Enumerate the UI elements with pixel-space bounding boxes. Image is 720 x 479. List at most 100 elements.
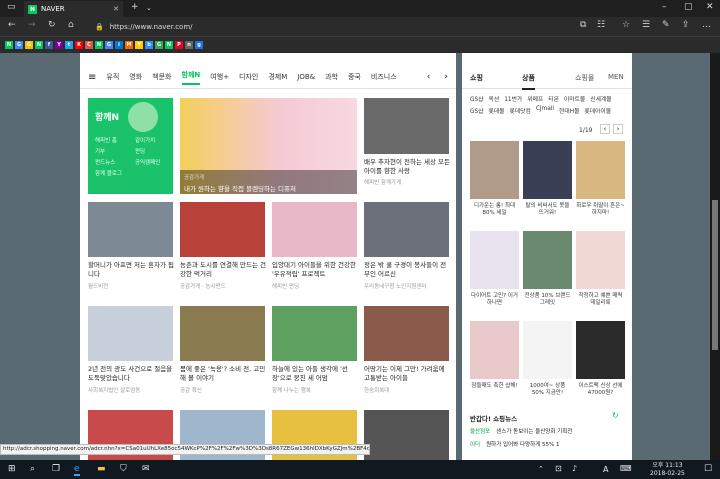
product-caption: 이스트팩 신상 선에 47000원? [578,383,623,396]
clock-time: 오후 11:13 [652,462,683,469]
window-close-icon[interactable]: ✕ [706,2,714,12]
favorite-site-icon[interactable]: Y [135,41,143,49]
story-card[interactable]: 몸에 좋은 '녹용'? 소비 전, 고민해 볼 이야기 공감 확신 [180,306,268,406]
story-caption: 어땅기는 이제 그만! 가려움에 고통받는 아이들 [364,365,445,382]
scrollbar-thumb[interactable] [712,200,718,350]
product-card[interactable]: 디가운는 롱! 최대 80% 세일 [470,141,519,227]
tab-title: NAVER [41,5,65,13]
news-item[interactable]: 이더 원하가 입어봐 다양하게 55% 1 [470,440,628,448]
new-tab-icon[interactable]: + [131,2,139,12]
product-card[interactable]: 작정하고 예쁜 매력 데일리룩 [576,231,625,317]
favorite-site-icon[interactable]: Y [55,41,63,49]
volume-icon[interactable]: ♪ [572,464,577,473]
back-icon[interactable]: ← [8,20,16,30]
story-image [88,306,173,361]
story-card[interactable]: 정은 밖 쿨 구경이 봉사들이 전부인 어르신 우리동네구청 노인지원센터 [364,202,452,302]
story-caption: 2년 전의 광도 사건으로 절음을 도둑맞았습니다 [88,365,173,382]
story-card[interactable]: 입양대기 아이들을 위한 건강한 '우유적립' 프로젝트 해피빈 펀딩 [272,202,360,302]
favorite-site-icon[interactable]: M [125,41,133,49]
favorite-site-icon[interactable]: G [15,41,23,49]
windows-start-icon[interactable]: ⊞ [8,464,16,474]
product-image [523,231,572,289]
web-page: ≡ 유직 영화 책문화 함께N 여행+ 디자인 경제M JOB& 과학 중국 비즈니스 ‹ › 함께N … [0,53,710,460]
product-card[interactable]: 탈의 비싸서도 못을 뜨거워! [523,141,572,227]
favorite-site-icon[interactable]: g [195,41,203,49]
story-card[interactable]: 하늘에 있는 아들 생각에 '선장'으로 뭉친 세 어멈 함께 나누는 행복 [272,306,360,406]
product-caption: 잠들때도 촉한 샵해! [471,383,518,389]
product-caption: 다이어트 고민? 이거 하나면 [471,293,518,306]
file-explorer-icon[interactable]: ▬ [97,464,106,474]
input-language[interactable]: A [603,465,608,474]
story-card[interactable]: 어땅기는 이제 그만! 가려움에 고통받는 아이들한숨회복대 [364,306,452,406]
product-card[interactable]: 화로우 쥐딸이 흔은~하지마! [576,141,625,227]
url-field[interactable]: 🔒 https://www.naver.com/ [91,19,541,34]
story-card[interactable]: 농촌과 도시를 연결해 만드는 건강한 먹거리 공감가게 · 농사펀드 [180,202,268,302]
favorite-site-icon[interactable]: n [185,41,193,49]
shopping-news-list: 울산점포 센스가 돋보이는 울산양화 기획전이더 원하가 입어봐 다양하게 55% … [470,427,628,453]
tab-preview-icon[interactable]: ▭ [7,2,16,12]
product-grid: 디가운는 롱! 최대 80% 세일 탈의 비싸서도 못을 뜨거워! 화로우 쥐딸이 … [462,53,632,460]
news-item[interactable]: 울산점포 센스가 돋보이는 울산양화 기획전 [470,427,628,435]
favorites-hub-icon[interactable]: ☰ [642,20,650,30]
favorite-site-icon[interactable]: G [25,41,33,49]
story-source: 한숨회복대 [364,388,390,394]
favorites-bar: NGGNfYtKCNGiMYbGNPng [0,36,720,53]
mail-icon[interactable]: ✉ [142,464,150,474]
story-card[interactable]: 2년 전의 광도 사건으로 절음을 도둑맞았습니다 사회복지법인 샬로엄동 [88,306,176,406]
story-source: 월드비전 [88,284,109,290]
refresh-news-icon[interactable]: ↻ [612,411,619,420]
edge-icon[interactable]: e [74,464,80,476]
product-card[interactable]: 이스트팩 신상 선에 47000원? [576,321,625,407]
story-image [272,202,357,257]
product-caption: 전상품 10% 브랜드 그레잇 [524,293,571,306]
home-icon[interactable]: ⌂ [68,20,74,30]
maximize-icon[interactable]: ▢ [684,2,693,12]
story-source: 함께 나누는 행복 [272,388,311,394]
favorite-site-icon[interactable]: t [65,41,73,49]
product-image [576,321,625,379]
refresh-icon[interactable]: ↻ [48,20,56,30]
ime-icon[interactable]: ⌨ [620,464,632,473]
favorite-site-icon[interactable]: i [115,41,123,49]
more-menu-icon[interactable]: … [702,20,711,30]
search-icon[interactable]: ⌕ [30,464,35,474]
reading-view-icon[interactable]: ☷ [597,20,605,30]
notification-icon[interactable]: ☐ [704,464,712,474]
extension-icon[interactable]: ⧉ [580,20,586,30]
clock-date: 2018-02-25 [650,470,685,477]
product-card[interactable]: 잠들때도 촉한 샵해! [470,321,519,407]
product-image [470,141,519,199]
clock[interactable]: 오후 11:13 2018-02-25 [650,462,685,478]
favorite-site-icon[interactable]: N [5,41,13,49]
chevron-down-icon[interactable]: ⌄ [146,4,152,12]
tray-chevron-icon[interactable]: ⌃ [538,465,544,473]
favorite-site-icon[interactable]: P [175,41,183,49]
favorite-star-icon[interactable]: ☆ [622,20,630,30]
product-card[interactable]: 다이어트 고민? 이거 하나면 [470,231,519,317]
network-icon[interactable]: ⊡ [555,464,562,473]
favorite-site-icon[interactable]: C [85,41,93,49]
favorite-site-icon[interactable]: b [145,41,153,49]
product-card[interactable]: 전상품 10% 브랜드 그레잇 [523,231,572,317]
favorite-site-icon[interactable]: f [45,41,53,49]
close-tab-icon[interactable]: ✕ [113,5,119,13]
share-icon[interactable]: ⇪ [682,20,690,30]
product-card[interactable]: 1000여~ 상품 50% 지금만! [523,321,572,407]
favorite-site-icon[interactable]: N [95,41,103,49]
forward-icon[interactable]: → [28,20,36,30]
notes-icon[interactable]: ✎ [662,20,670,30]
store-icon[interactable]: ⛉ [120,464,127,474]
favorite-site-icon[interactable]: N [35,41,43,49]
browser-tab[interactable]: N NAVER ✕ [24,1,123,17]
favorite-site-icon[interactable]: G [105,41,113,49]
favorite-site-icon[interactable]: G [155,41,163,49]
favorite-site-icon[interactable]: K [75,41,83,49]
task-view-icon[interactable]: ❐ [52,464,60,474]
story-card[interactable]: 할머니가 아프면 저는 혼자가 됩니다 월드비전 [88,202,176,302]
story-caption: 입양대기 아이들을 위한 건강한 '우유적립' 프로젝트 [272,261,356,278]
title-bar: ▭ N NAVER ✕ + ⌄ – ▢ ✕ [0,0,720,17]
product-image [523,141,572,199]
favorite-site-icon[interactable]: N [165,41,173,49]
minimize-icon[interactable]: – [662,2,667,12]
story-image[interactable] [364,410,449,460]
